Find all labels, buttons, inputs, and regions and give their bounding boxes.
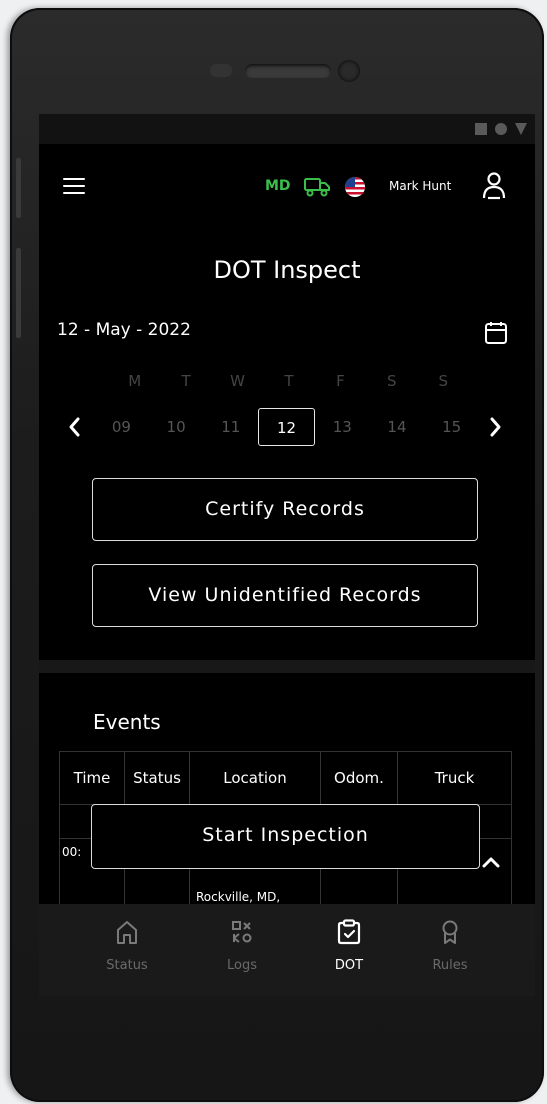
home-icon (117, 921, 137, 944)
state-code: MD (265, 178, 291, 194)
nav-label: Logs (227, 958, 257, 973)
bottom-navigation: Status Logs DOT Rules (39, 904, 535, 996)
speaker-grille (245, 64, 331, 78)
weekday-labels: M T W T F S S (109, 372, 469, 390)
date-cell[interactable]: 13 (315, 408, 370, 446)
nav-item-status[interactable]: Status (87, 918, 167, 973)
selected-date: 12 - May - 2022 (57, 320, 191, 340)
power-button (16, 248, 21, 338)
user-profile-icon[interactable] (481, 171, 507, 201)
certify-records-button[interactable]: Certify Records (92, 478, 478, 541)
nav-item-logs[interactable]: Logs (202, 918, 282, 973)
nav-label: Status (106, 958, 148, 973)
truck-icon (304, 178, 330, 197)
weekday-label: T (181, 372, 191, 390)
weekday-label: F (336, 372, 345, 390)
nav-label: Rules (432, 958, 468, 973)
logs-icon (232, 921, 252, 943)
sensor (210, 64, 232, 77)
home-dot-icon (495, 123, 507, 135)
weekday-label: T (284, 372, 294, 390)
us-flag-icon (345, 177, 365, 197)
volume-button (16, 158, 21, 218)
chevron-left-icon[interactable] (65, 408, 85, 446)
date-cell[interactable]: 11 (203, 408, 258, 446)
system-status-bar (39, 114, 535, 144)
date-cell[interactable]: 15 (424, 408, 479, 446)
column-header-status: Status (124, 751, 190, 805)
nav-item-dot[interactable]: DOT (309, 918, 389, 973)
weekday-label: S (387, 372, 397, 390)
column-header-truck: Truck (397, 751, 512, 805)
ribbon-icon (442, 920, 458, 944)
date-cell[interactable]: 14 (370, 408, 425, 446)
view-unidentified-records-button[interactable]: View Unidentified Records (92, 564, 478, 627)
chevron-right-icon[interactable] (485, 408, 505, 446)
hamburger-menu-icon[interactable] (63, 178, 85, 194)
back-triangle-icon (515, 123, 527, 135)
week-date-strip: 09 10 11 12 13 14 15 (94, 408, 479, 446)
date-cell[interactable]: 09 (94, 408, 149, 446)
column-header-odometer: Odom. (320, 751, 398, 805)
nav-item-rules[interactable]: Rules (410, 918, 490, 973)
page-title: DOT Inspect (213, 256, 361, 284)
recent-apps-icon (475, 123, 487, 135)
start-inspection-button[interactable]: Start Inspection (91, 804, 480, 869)
column-header-location: Location (189, 751, 321, 805)
date-cell[interactable]: 10 (149, 408, 204, 446)
weekday-label: S (438, 372, 448, 390)
column-header-time: Time (59, 751, 125, 805)
app-header: MD Mark Hunt (39, 169, 535, 205)
section-divider (39, 660, 535, 673)
date-cell-selected[interactable]: 12 (258, 408, 315, 446)
calendar-icon[interactable] (483, 320, 509, 346)
driver-name: Mark Hunt (389, 179, 452, 193)
events-heading: Events (93, 710, 161, 734)
weekday-label: M (128, 372, 142, 390)
clipboard-check-icon (337, 919, 361, 945)
table-header-row: Time Status Location Odom. Truck (59, 751, 512, 805)
chevron-up-icon[interactable] (479, 852, 503, 872)
front-camera (338, 60, 360, 82)
weekday-label: W (230, 372, 245, 390)
nav-label: DOT (334, 958, 364, 973)
app-screen: MD Mark Hunt DOT Inspect 12 - May - 2022 (39, 114, 535, 996)
